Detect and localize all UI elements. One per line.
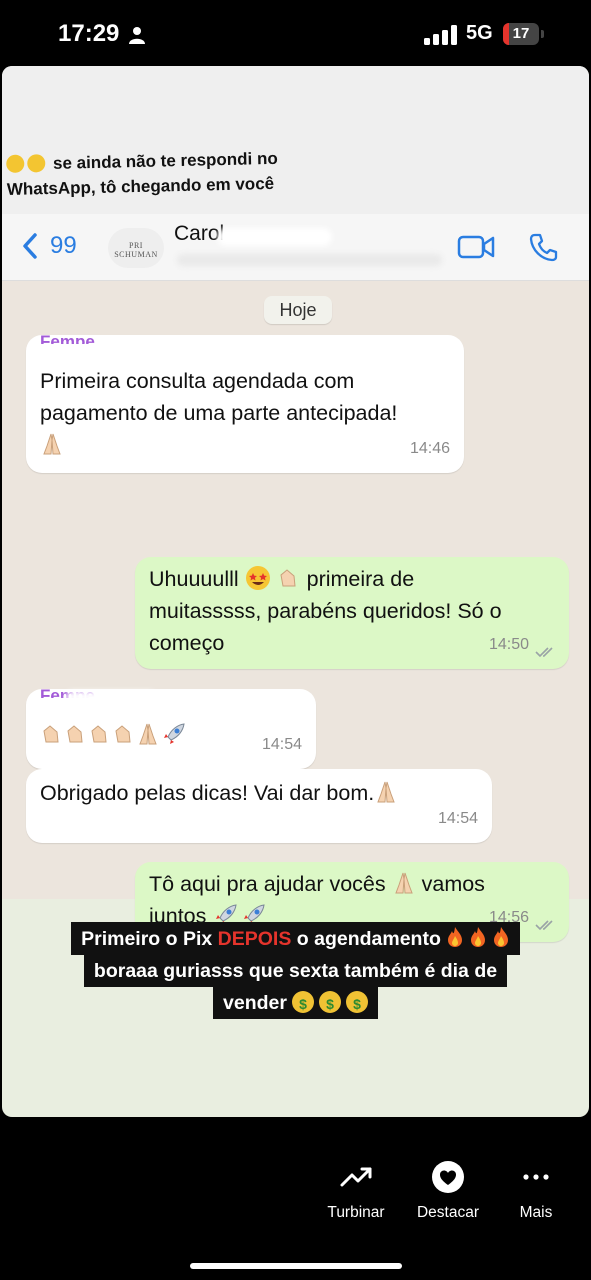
double-check-icon	[535, 647, 553, 658]
message-line: Obrigado pelas dicas! Vai dar bom.	[40, 781, 375, 805]
heart-circle-icon	[432, 1161, 464, 1193]
redaction-blur	[66, 691, 156, 703]
message-line: primeira de	[306, 567, 415, 591]
message-line: Uhuuuulll	[149, 567, 239, 591]
praying-hands-icon	[139, 723, 157, 745]
network-type: 5G	[466, 22, 493, 44]
battery-level: 17	[512, 25, 530, 42]
redaction-blur	[217, 228, 332, 246]
fire-icon	[493, 927, 508, 947]
fire-icon	[470, 927, 485, 947]
message-line: Tô aqui pra ajudar vocês	[149, 872, 386, 896]
message-time: 14:46	[409, 440, 450, 457]
caption-text: o agendamento	[291, 928, 441, 950]
money-face-icon	[345, 991, 368, 1016]
chat-area: Hoje Fempe Primeira consulta agendada co…	[2, 281, 589, 942]
message-text: Primeira consulta agendada com pagamento…	[40, 365, 452, 461]
message-line: pagamento de uma parte antecipada!	[40, 401, 398, 425]
battery-tip	[541, 30, 544, 38]
clapping-hands-icon	[91, 725, 107, 743]
star-struck-icon	[245, 566, 270, 590]
story-actions: Turbinar Destacar Mais	[0, 1160, 591, 1230]
more-label: Mais	[519, 1204, 553, 1221]
day-label: Hoje	[264, 296, 332, 324]
message-line: Primeira consulta agendada com	[40, 369, 355, 393]
message-line: muitasssss, parabéns queridos! Só o	[149, 599, 502, 623]
more-button[interactable]: Mais	[491, 1160, 581, 1222]
phone-icon	[529, 233, 558, 262]
avatar-text: PRI SCHUMAN	[114, 241, 158, 259]
boost-label: Turbinar	[327, 1204, 385, 1221]
message-bubble: Fempe Primeira consulta agendada com pag…	[26, 332, 464, 473]
clapping-hands-icon	[67, 725, 83, 743]
clapping-hands-icon	[115, 725, 131, 743]
message-time: 14:50	[488, 636, 529, 653]
top-caption-line1: se ainda não te respondi no	[52, 148, 278, 173]
person-icon	[129, 27, 145, 44]
message-time: 14:54	[437, 810, 478, 827]
message-bubble: Uhuuuulll primeira de muitasssss, parabé…	[135, 557, 569, 669]
message-time: 14:54	[261, 736, 302, 753]
battery-icon: 17	[503, 23, 539, 45]
whatsapp-header: 99 PRI SCHUMAN Carol	[2, 214, 589, 281]
caption-text: Primeiro o Pix	[81, 928, 218, 950]
highlight-button[interactable]: Destacar	[403, 1160, 493, 1222]
message-bubble: Fempe 14:54	[26, 686, 316, 769]
top-caption: se ainda não te respondi no WhatsApp, tô…	[6, 146, 279, 202]
money-face-icon	[318, 991, 341, 1016]
message-line: vamos	[421, 872, 485, 896]
trending-up-icon	[340, 1167, 372, 1187]
caption-line2: boraaa guriasss que sexta também é dia d…	[83, 955, 508, 987]
message-bubble: Obrigado pelas dicas! Vai dar bom. 14:54	[26, 769, 492, 843]
status-time: 17:29	[58, 20, 120, 47]
avatar: PRI SCHUMAN	[108, 228, 164, 268]
fire-icon	[447, 927, 462, 947]
chevron-left-icon	[23, 233, 37, 259]
money-face-icon	[291, 991, 314, 1016]
caption-highlight: DEPOIS	[217, 928, 292, 950]
highlight-label: Destacar	[416, 1204, 480, 1221]
video-camera-icon	[457, 235, 495, 259]
clapping-hands-icon	[280, 569, 296, 587]
signal-icon	[424, 25, 457, 45]
story-preview: se ainda não te respondi no WhatsApp, tô…	[2, 66, 589, 1117]
bottom-caption: Primeiro o Pix DEPOIS o agendamento bora…	[2, 922, 589, 1019]
clapping-hands-icon	[43, 725, 59, 743]
boost-button[interactable]: Turbinar	[311, 1160, 401, 1222]
caption-line1: Primeiro o Pix DEPOIS o agendamento	[71, 922, 520, 955]
message-text: Obrigado pelas dicas! Vai dar bom.	[40, 777, 480, 809]
caption-line3: vender	[213, 987, 378, 1019]
praying-hands-icon	[394, 872, 413, 894]
home-indicator[interactable]	[190, 1263, 402, 1269]
redaction-blur	[177, 254, 442, 266]
sender-name: Fempe	[40, 332, 95, 344]
praying-hands-icon	[43, 433, 61, 455]
rocket-icon	[163, 723, 185, 745]
smiley-icon	[27, 154, 46, 173]
caption-text: vender	[223, 992, 287, 1014]
unread-count: 99	[50, 232, 77, 259]
more-dots-icon	[523, 1174, 549, 1180]
status-bar: 17:29 5G 17	[0, 0, 591, 66]
praying-hands-icon	[377, 781, 395, 803]
smiley-icon	[6, 154, 25, 173]
